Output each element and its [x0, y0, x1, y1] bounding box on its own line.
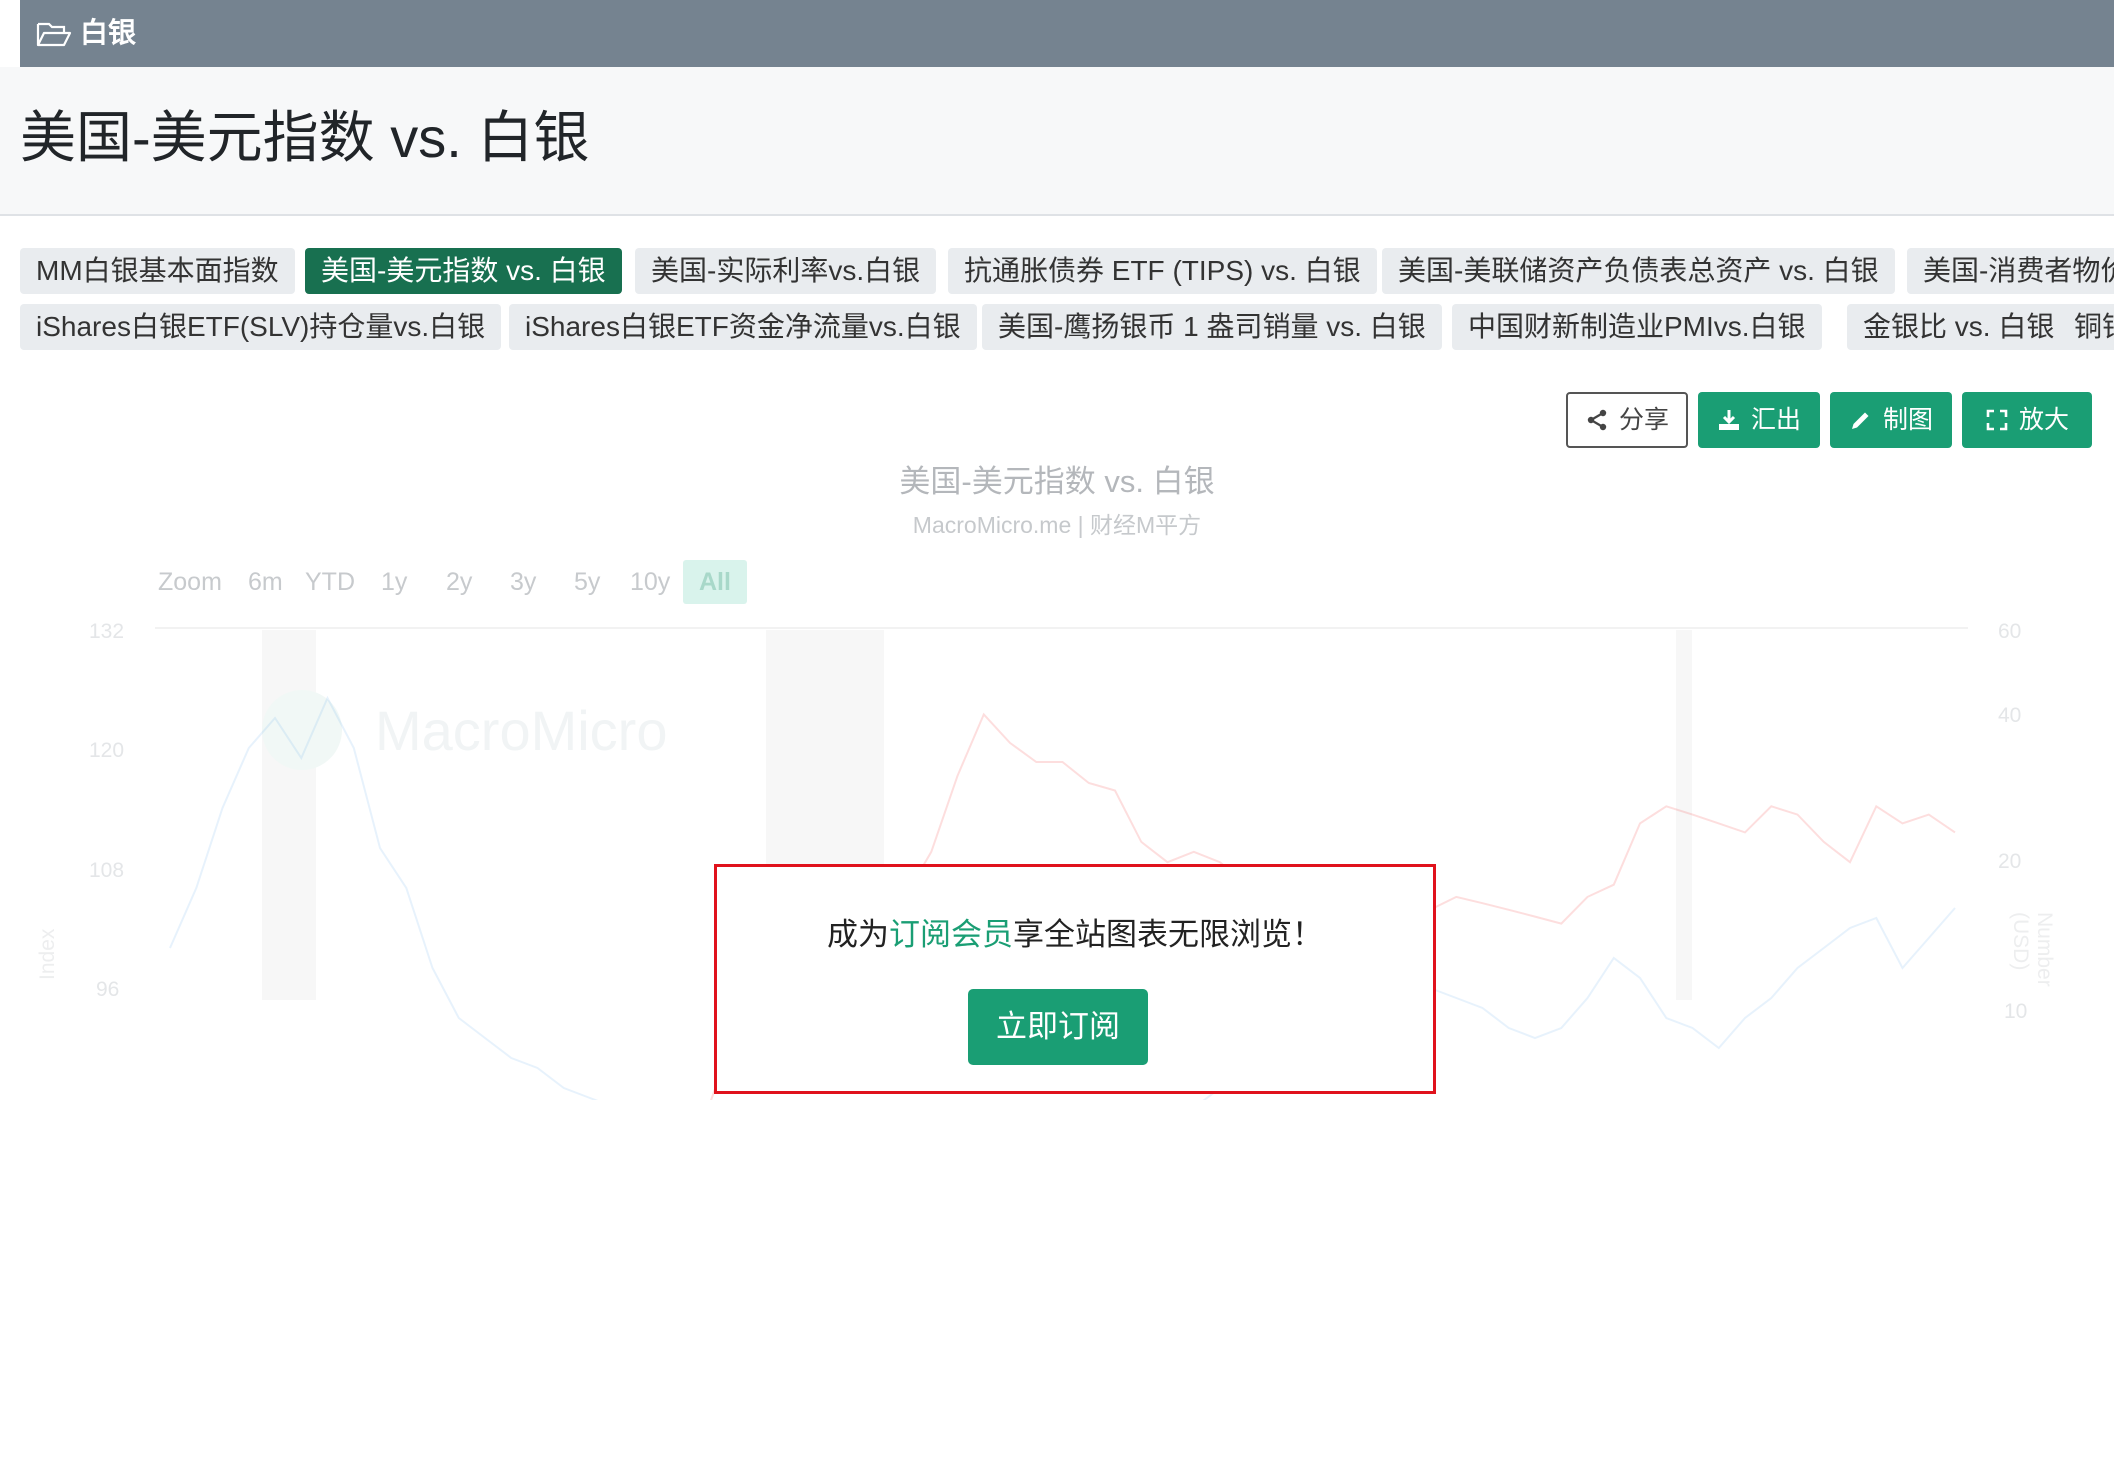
- message-prefix: 成为: [827, 917, 889, 952]
- left-tick-label: 96: [96, 978, 120, 1001]
- left-tick-label: 120: [89, 739, 125, 762]
- share-button[interactable]: 分享: [1566, 392, 1688, 448]
- expand-button[interactable]: 放大: [1962, 392, 2092, 448]
- right-axis-label: Number (USD): [2009, 912, 2056, 987]
- subscription-message: 成为订阅会员享全站图表无限浏览！: [717, 909, 1433, 954]
- right-tick-label: 60: [1998, 620, 2022, 643]
- tab-gold-silver-ratio[interactable]: 金银比 vs. 白银: [1847, 304, 2071, 350]
- breadcrumb-label[interactable]: 白银: [80, 14, 136, 52]
- membership-link[interactable]: 订阅会员: [889, 917, 1013, 952]
- tab-china-pmi-vs-silver[interactable]: 中国财新制造业PMIvs.白银: [1452, 304, 1822, 350]
- download-icon: [1718, 410, 1739, 430]
- export-label: 汇出: [1750, 406, 1801, 434]
- tab-fed-balance-vs-silver[interactable]: 美国-美联储资产负债表总资产 vs. 白银: [1382, 248, 1895, 294]
- right-tick-label: 10: [2004, 1000, 2028, 1023]
- left-tick-label: 132: [89, 620, 125, 643]
- folder-icon: [36, 22, 72, 47]
- tab-mm-silver-index[interactable]: MM白银基本面指数: [20, 248, 295, 294]
- pencil-icon: [1851, 412, 1869, 429]
- zoom-1y-button[interactable]: 1y: [381, 560, 407, 604]
- related-charts-row-2: iShares白银ETF(SLV)持仓量vs.白银 iShares白银ETF资金…: [20, 304, 2114, 352]
- zoom-all-button[interactable]: All: [683, 560, 747, 604]
- right-tick-label: 40: [1998, 704, 2022, 727]
- zoom-3y-button[interactable]: 3y: [510, 560, 536, 604]
- tab-copper-silver[interactable]: 铜银: [2058, 304, 2114, 350]
- related-charts-row-1: MM白银基本面指数 美国-美元指数 vs. 白银 美国-实际利率vs.白银 抗通…: [20, 248, 2114, 296]
- zoom-2y-button[interactable]: 2y: [446, 560, 472, 604]
- tab-eagle-coin-sales-vs-silver[interactable]: 美国-鹰扬银币 1 盎司销量 vs. 白银: [982, 304, 1442, 350]
- tab-cpi-vs-silver[interactable]: 美国-消费者物价: [1907, 248, 2114, 294]
- chart-title: 美国-美元指数 vs. 白银: [899, 464, 1215, 499]
- subscription-overlay: 成为订阅会员享全站图表无限浏览！ 立即订阅: [714, 864, 1436, 1094]
- zoom-ytd-button[interactable]: YTD: [305, 560, 355, 604]
- subscribe-now-button[interactable]: 立即订阅: [968, 989, 1148, 1065]
- chart-credit: MacroMicro.me | 财经M平方: [912, 512, 1202, 538]
- title-zone: 美国-美元指数 vs. 白银: [0, 67, 2114, 216]
- export-button[interactable]: 汇出: [1698, 392, 1820, 448]
- left-axis-label: Index: [36, 928, 59, 980]
- page-title: 美国-美元指数 vs. 白银: [20, 106, 590, 169]
- tab-real-rate-vs-silver[interactable]: 美国-实际利率vs.白银: [635, 248, 937, 294]
- tab-slv-flows-vs-silver[interactable]: iShares白银ETF资金净流量vs.白银: [509, 304, 977, 350]
- tab-slv-holdings-vs-silver[interactable]: iShares白银ETF(SLV)持仓量vs.白银: [20, 304, 502, 350]
- svg-text:MacroMicro: MacroMicro: [375, 699, 667, 762]
- tab-tips-vs-silver[interactable]: 抗通胀债券 ETF (TIPS) vs. 白银: [948, 248, 1377, 294]
- draw-label: 制图: [1882, 406, 1933, 434]
- share-icon: [1587, 409, 1607, 431]
- share-label: 分享: [1618, 406, 1669, 434]
- right-tick-label: 20: [1998, 850, 2022, 873]
- tab-dollar-index-vs-silver[interactable]: 美国-美元指数 vs. 白银: [305, 248, 622, 294]
- draw-chart-button[interactable]: 制图: [1830, 392, 1952, 448]
- zoom-10y-button[interactable]: 10y: [630, 560, 670, 604]
- zoom-label: Zoom: [158, 568, 222, 596]
- zoom-6m-button[interactable]: 6m: [248, 560, 283, 604]
- top-breadcrumb-bar: 白银: [20, 0, 2114, 67]
- message-suffix: 享全站图表无限浏览！: [1013, 917, 1323, 952]
- left-tick-label: 108: [89, 859, 125, 882]
- chart-watermark: MacroMicro: [262, 690, 667, 770]
- expand-icon: [1986, 409, 2008, 431]
- expand-label: 放大: [2018, 406, 2069, 434]
- zoom-5y-button[interactable]: 5y: [574, 560, 600, 604]
